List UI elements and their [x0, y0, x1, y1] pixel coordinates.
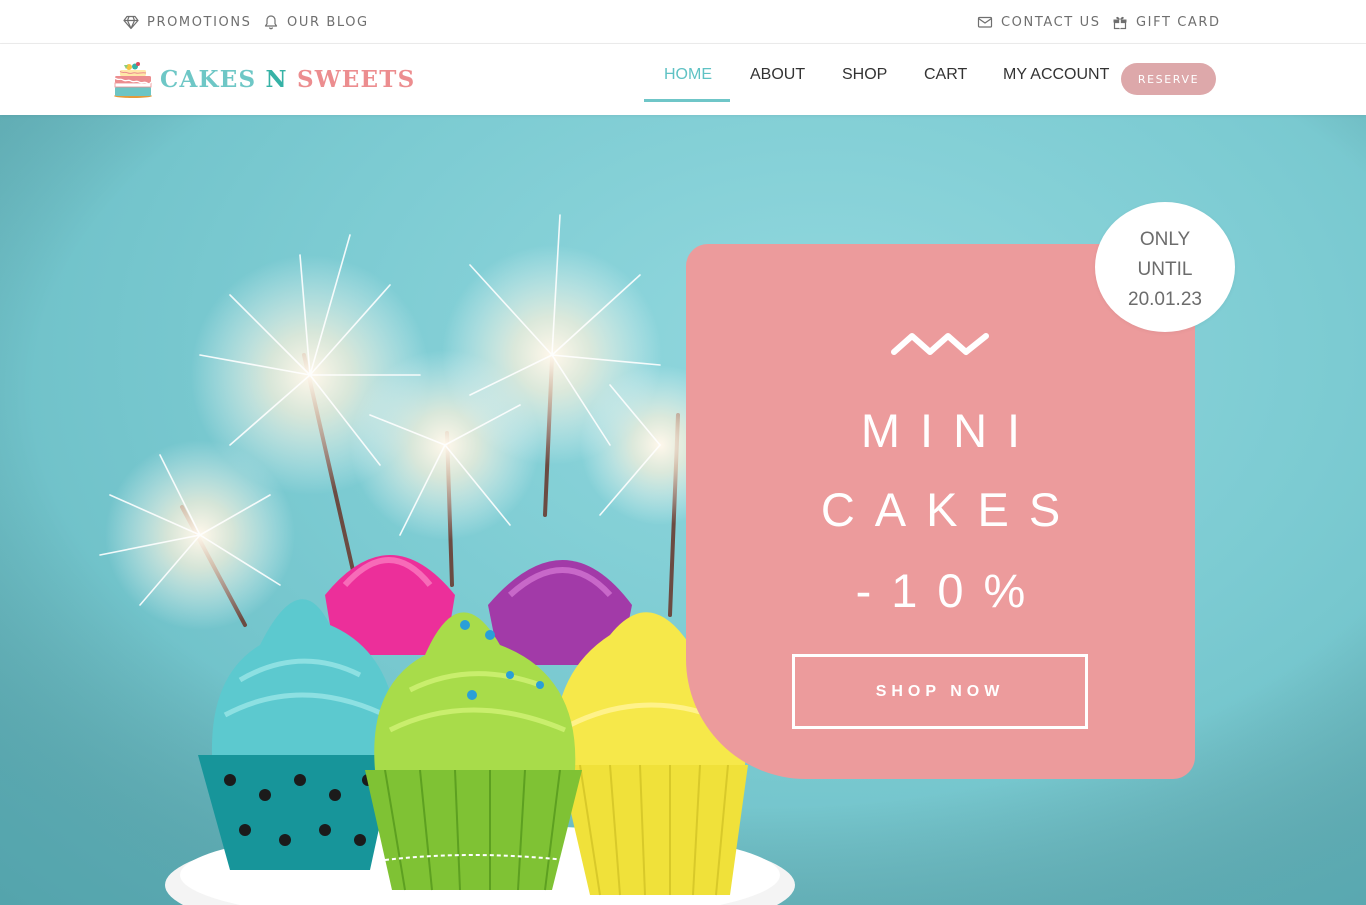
promo-title-line-2: CAKES — [820, 483, 1081, 536]
blog-label: OUR BLOG — [287, 14, 369, 30]
promo-card: MINI CAKES -10% SHOP NOW — [686, 244, 1195, 779]
promo-discount: -10% — [855, 564, 1046, 617]
nav-about[interactable]: ABOUT — [750, 66, 805, 84]
promotions-link[interactable]: PROMOTIONS — [123, 14, 252, 30]
promo-title-line-1: MINI — [860, 404, 1041, 457]
bell-icon — [263, 14, 279, 30]
badge-line-2: UNTIL — [1137, 259, 1193, 280]
contact-label: CONTACT US — [1001, 14, 1101, 30]
brand-part-3: SWEETS — [296, 65, 416, 93]
badge-date: 20.01.23 — [1128, 289, 1202, 310]
envelope-icon — [977, 14, 993, 30]
gift-card-label: GIFT CARD — [1136, 14, 1221, 30]
promotions-label: PROMOTIONS — [147, 14, 252, 30]
brand-part-1: CAKES — [160, 65, 257, 93]
nav-cart[interactable]: CART — [924, 66, 967, 84]
badge-line-1: ONLY — [1139, 229, 1191, 250]
hero-banner: MINI CAKES -10% SHOP NOW ONLY UNTIL 20.0… — [0, 115, 1366, 905]
nav-my-account[interactable]: MY ACCOUNT — [1003, 66, 1109, 84]
brand-name: CAKES N SWEETS — [160, 66, 415, 93]
blog-link[interactable]: OUR BLOG — [263, 14, 369, 30]
cake-logo-icon — [114, 62, 152, 98]
reserve-button[interactable]: RESERVE — [1121, 63, 1216, 95]
zigzag-decoration-icon — [891, 333, 989, 355]
main-navbar: CAKES N SWEETS HOME ABOUT SHOP CART MY A… — [0, 44, 1366, 115]
nav-shop[interactable]: SHOP — [842, 66, 887, 84]
contact-link[interactable]: CONTACT US — [977, 14, 1101, 30]
diamond-icon — [123, 14, 139, 30]
gift-icon — [1112, 14, 1128, 30]
shop-now-button[interactable]: SHOP NOW — [792, 654, 1088, 729]
brand-part-2: N — [265, 65, 288, 93]
promo-date-badge: ONLY UNTIL 20.01.23 — [1095, 202, 1235, 332]
top-utility-bar: PROMOTIONS OUR BLOG CONTACT US GIFT CARD — [0, 0, 1366, 44]
nav-home[interactable]: HOME — [664, 66, 712, 84]
nav-active-underline — [644, 99, 730, 102]
site-logo[interactable]: CAKES N SWEETS — [112, 58, 415, 100]
gift-card-link[interactable]: GIFT CARD — [1112, 14, 1221, 30]
